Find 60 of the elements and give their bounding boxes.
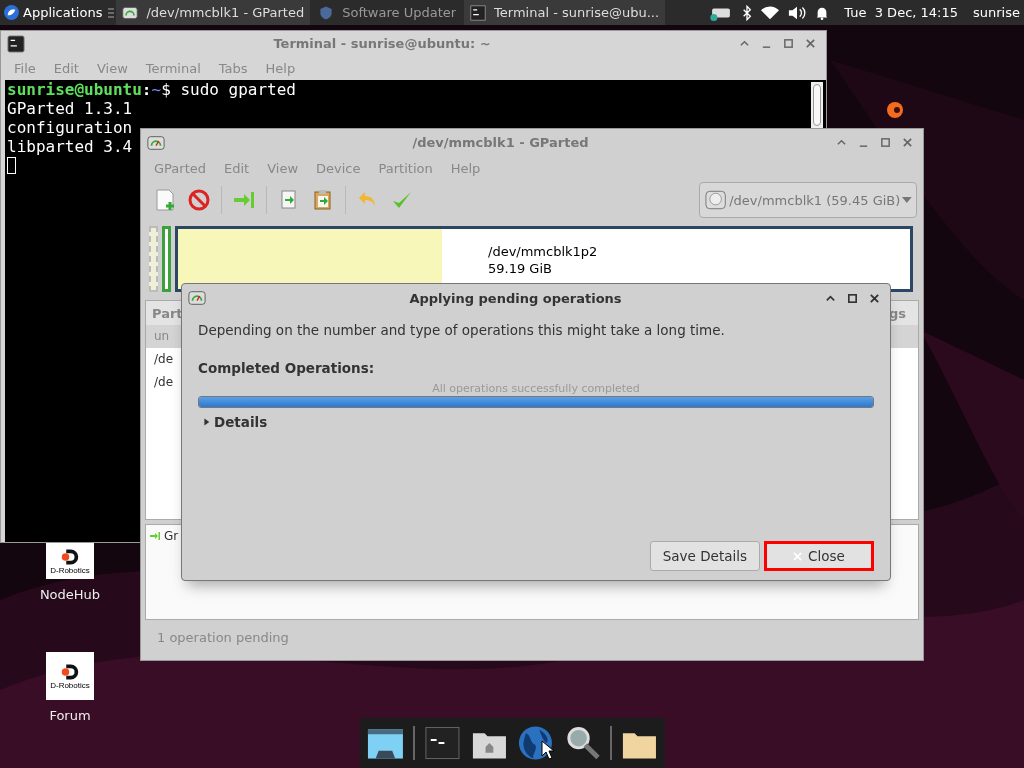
status-text: 1 operation pending	[157, 630, 289, 645]
partition-size: 59.19 GiB	[488, 260, 553, 277]
device-selector[interactable]: /dev/mmcblk1 (59.45 GiB)	[699, 182, 917, 218]
partition-name: /dev/mmcblk1p2	[488, 243, 598, 260]
mouse-logo-icon	[4, 5, 19, 20]
shield-icon	[318, 4, 335, 21]
prompt-text: $ sudo gparted	[161, 80, 296, 99]
wifi-icon[interactable]	[761, 4, 780, 21]
caret-icon	[902, 197, 912, 203]
resize-arrow-icon	[149, 530, 161, 542]
text-cursor	[7, 157, 16, 174]
user-name[interactable]: sunrise	[973, 5, 1020, 20]
bluetooth-icon[interactable]	[742, 4, 753, 21]
disk-gauge-icon	[188, 289, 206, 307]
delete-icon[interactable]	[187, 188, 211, 212]
mouse-pointer-icon	[541, 740, 555, 760]
close-icon	[793, 551, 803, 561]
dialog-message: Depending on the number and type of operations this might take a long time.	[198, 322, 726, 338]
window-title: /dev/mmcblk1 - GParted	[411, 135, 590, 150]
app-logo[interactable]: D-Robotics	[46, 543, 94, 579]
logo-text: D-Robotics	[50, 565, 90, 575]
output-line: libparted 3.4	[7, 137, 133, 156]
section-heading: Completed Operations:	[198, 360, 376, 376]
terminal-icon	[470, 4, 487, 21]
prompt-text: ~	[151, 80, 162, 99]
logo-text: D-Robotics	[50, 680, 90, 690]
details-expander[interactable]: Details	[198, 414, 268, 430]
operation-text: Gr	[164, 529, 179, 543]
taskbar-button[interactable]: /dev/mmcblk1 - GParted	[116, 0, 311, 25]
close-button[interactable]: Close	[764, 541, 874, 571]
new-partition-icon[interactable]	[153, 188, 177, 212]
close-icon[interactable]	[805, 38, 816, 49]
save-details-button[interactable]: Save Details	[649, 541, 760, 571]
applications-menu[interactable]: Applications	[0, 0, 107, 25]
desktop-icon-label[interactable]: NodeHub	[39, 587, 101, 602]
maximize-icon[interactable]	[847, 292, 858, 304]
expander-arrow-icon	[203, 417, 210, 427]
close-icon[interactable]	[902, 137, 913, 148]
prompt-text: :	[141, 80, 152, 99]
partition-block[interactable]	[162, 226, 171, 292]
output-line: configuration	[7, 118, 133, 137]
disk-gauge-icon	[147, 133, 165, 152]
shade-icon[interactable]	[836, 137, 847, 148]
output-line: GParted 1.3.1	[7, 99, 133, 118]
volume-icon[interactable]	[788, 4, 807, 21]
taskbar-button[interactable]: Software Updater	[312, 0, 463, 25]
window-title: Terminal - sunrise@ubuntu: ~	[272, 36, 492, 51]
desktop-icon-label[interactable]: Forum	[49, 708, 91, 723]
column-header[interactable]: Part	[152, 305, 183, 321]
clock[interactable]: Tue 3 Dec, 14:15	[844, 5, 958, 20]
app-logo[interactable]: D-Robotics	[46, 652, 94, 700]
taskbar-button[interactable]: Terminal - sunrise@ubu...	[464, 0, 666, 25]
disk-gauge-icon	[122, 4, 139, 21]
shade-icon[interactable]	[825, 292, 836, 304]
drag-handle-icon[interactable]	[108, 6, 115, 19]
terminal-icon	[7, 34, 25, 53]
close-icon[interactable]	[869, 292, 880, 304]
dialog-title: Applying pending operations	[408, 290, 623, 306]
prompt-text: sunrise@ubuntu	[7, 80, 142, 99]
shade-icon[interactable]	[739, 38, 750, 49]
